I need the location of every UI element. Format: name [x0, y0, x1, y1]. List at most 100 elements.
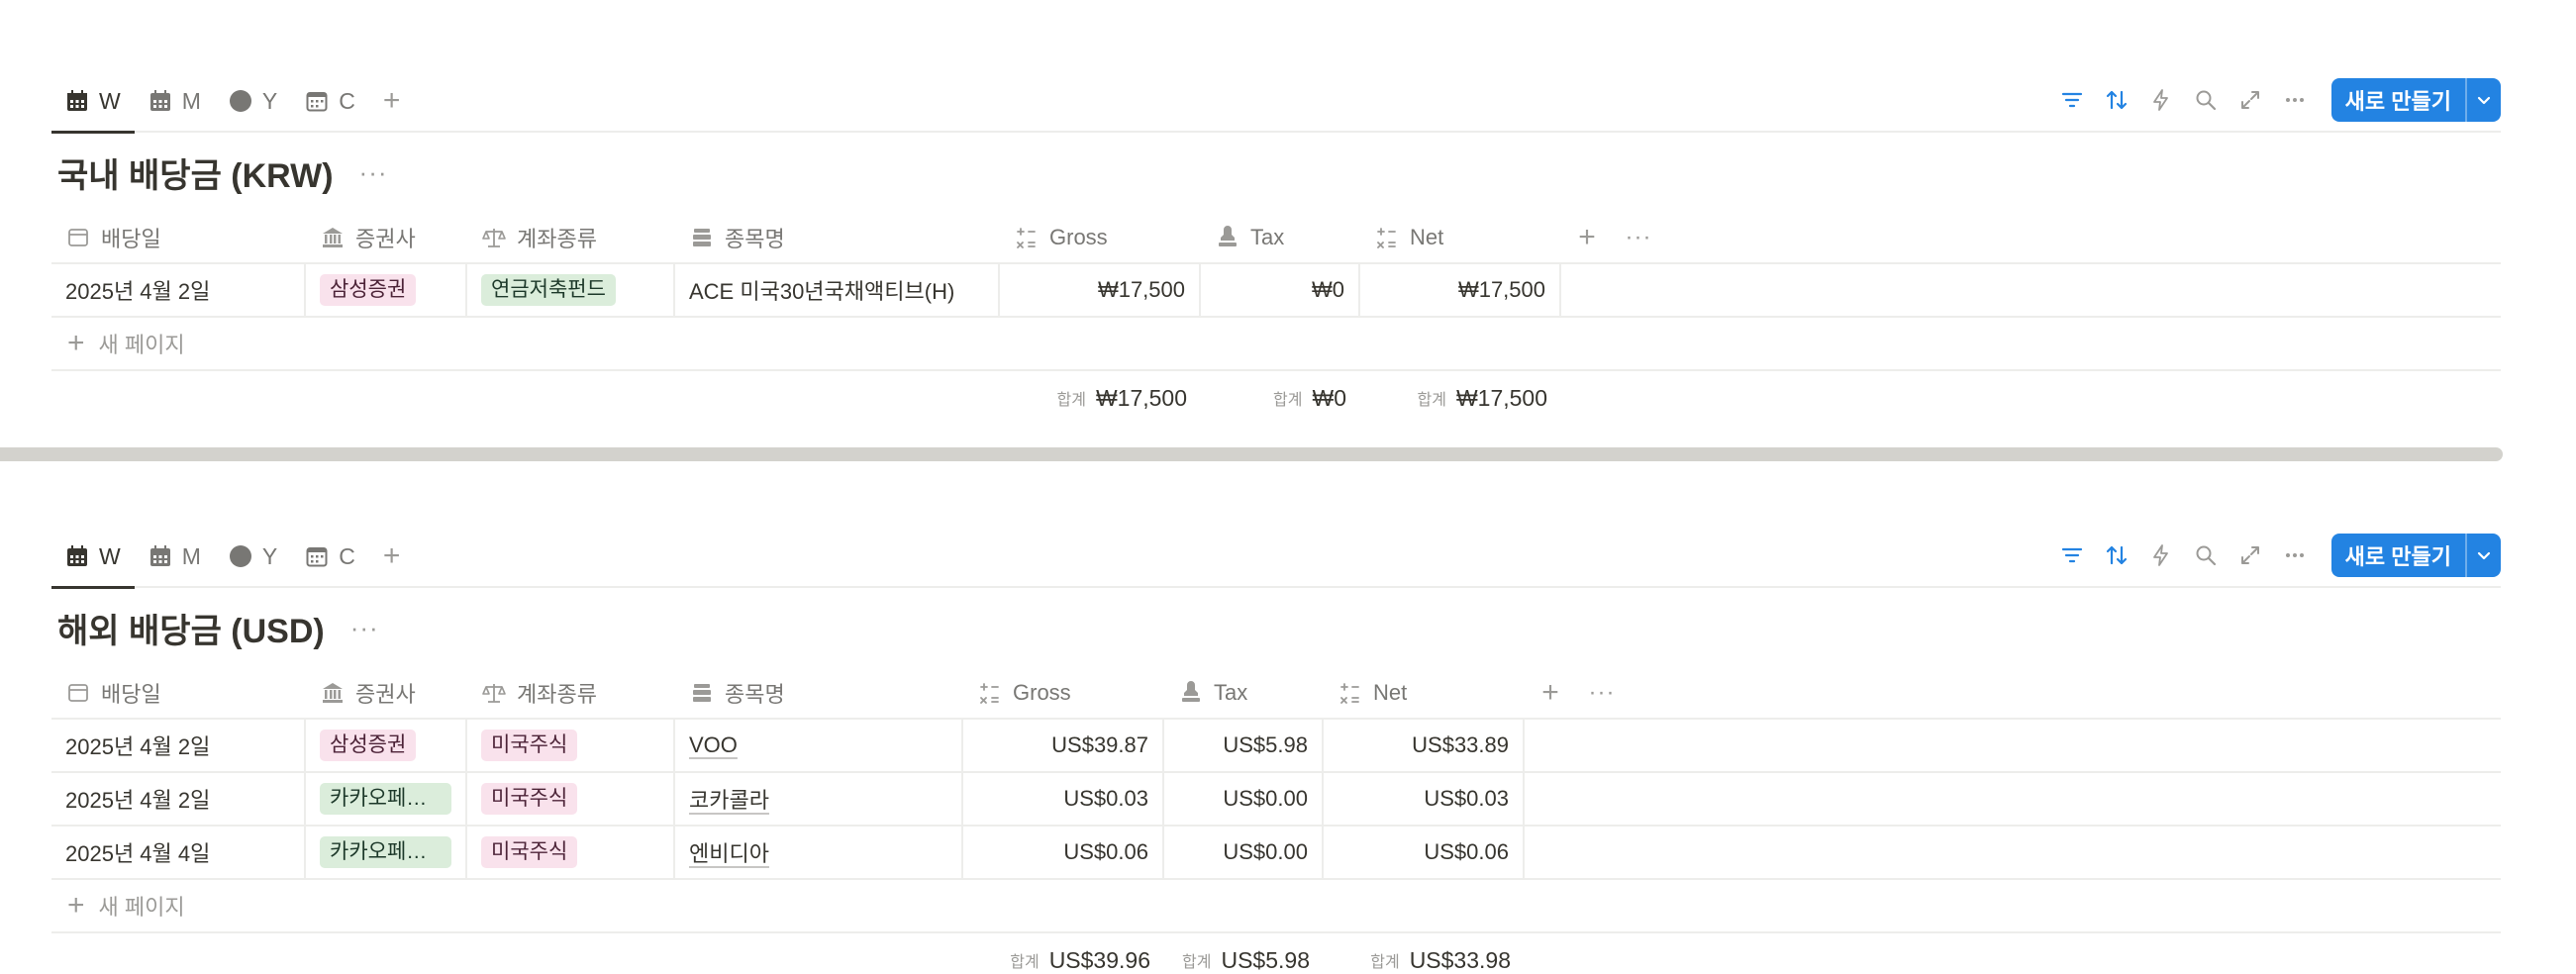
column-header-gross[interactable]: Gross: [963, 666, 1164, 719]
tab-view-m[interactable]: M: [135, 70, 215, 132]
cell-broker[interactable]: 카카오페이...: [306, 827, 467, 878]
cell-broker[interactable]: 삼성증권: [306, 720, 467, 771]
column-header-account[interactable]: 계좌종류: [467, 211, 675, 263]
tab-view-w[interactable]: W: [51, 526, 135, 589]
cell-name[interactable]: ACE 미국30년국채액티브(H): [675, 264, 1000, 316]
column-header-tax[interactable]: Tax: [1201, 211, 1360, 263]
table-row[interactable]: 2025년 4월 2일 삼성증권 연금저축펀드 ACE 미국30년국채액티브(H…: [51, 264, 2501, 318]
column-header-gross[interactable]: Gross: [1000, 211, 1201, 263]
title-more-icon[interactable]: ···: [350, 613, 379, 643]
tab-view-c[interactable]: C: [291, 526, 369, 587]
automation-bolt-icon[interactable]: [2139, 77, 2184, 123]
add-property-button[interactable]: +: [1561, 211, 1613, 263]
item-name-link[interactable]: ACE 미국30년국채액티브(H): [689, 274, 954, 306]
more-properties-icon[interactable]: ···: [1576, 666, 1628, 719]
sum-tax[interactable]: 합계 US$5.98: [1164, 933, 1324, 974]
search-icon[interactable]: [2184, 533, 2229, 578]
more-properties-icon[interactable]: ···: [1613, 211, 1664, 263]
column-header-account[interactable]: 계좌종류: [467, 666, 675, 719]
cell-net[interactable]: US$33.89: [1324, 720, 1525, 771]
column-header-broker[interactable]: 증권사: [306, 666, 467, 719]
broker-tag: 삼성증권: [320, 274, 417, 306]
cell-gross[interactable]: ₩17,500: [1000, 264, 1201, 316]
cell-account[interactable]: 미국주식: [467, 827, 675, 878]
cell-date[interactable]: 2025년 4월 4일: [51, 827, 306, 878]
cell-date[interactable]: 2025년 4월 2일: [51, 720, 306, 771]
sum-tax[interactable]: 합계 ₩0: [1201, 371, 1360, 425]
cell-tax[interactable]: US$0.00: [1164, 773, 1324, 825]
more-options-icon[interactable]: [2273, 533, 2318, 578]
column-header-date[interactable]: 배당일: [51, 666, 306, 719]
tab-view-y[interactable]: Y: [215, 70, 291, 132]
filter-icon[interactable]: [2050, 77, 2095, 123]
item-name-link[interactable]: 엔비디아: [689, 836, 769, 868]
column-header-date[interactable]: 배당일: [51, 211, 306, 263]
sort-icon[interactable]: [2095, 77, 2139, 123]
tab-view-y[interactable]: Y: [215, 526, 291, 587]
tab-view-c[interactable]: C: [291, 70, 369, 132]
column-header-name[interactable]: 종목명: [675, 666, 963, 719]
new-item-button[interactable]: 새로 만들기: [2330, 78, 2501, 122]
add-view-button[interactable]: +: [369, 70, 415, 132]
cell-tax[interactable]: ₩0: [1201, 264, 1360, 316]
new-item-button[interactable]: 새로 만들기: [2330, 534, 2501, 577]
column-header-tax[interactable]: Tax: [1164, 666, 1324, 719]
sum-gross[interactable]: 합계 US$39.96: [963, 933, 1164, 974]
new-button-label[interactable]: 새로 만들기: [2331, 78, 2465, 122]
cell-date[interactable]: 2025년 4월 2일: [51, 773, 306, 825]
cell-broker[interactable]: 삼성증권: [306, 264, 467, 316]
item-name-link[interactable]: 코카콜라: [689, 783, 769, 815]
cell-name[interactable]: 코카콜라: [675, 773, 963, 825]
cell-account[interactable]: 연금저축펀드: [467, 264, 675, 316]
table-row[interactable]: 2025년 4월 2일 카카오페이... 미국주식 코카콜라 US$0.03 U…: [51, 773, 2501, 827]
cell-gross[interactable]: US$39.87: [963, 720, 1164, 771]
add-view-button[interactable]: +: [369, 526, 415, 587]
automation-bolt-icon[interactable]: [2139, 533, 2184, 578]
cell-gross[interactable]: US$0.06: [963, 827, 1164, 878]
filter-icon[interactable]: [2050, 533, 2095, 578]
tab-view-w[interactable]: W: [51, 70, 135, 134]
title-more-icon[interactable]: ···: [359, 157, 388, 188]
item-name-link[interactable]: VOO: [689, 732, 738, 758]
column-header-net[interactable]: Net: [1360, 211, 1561, 263]
tab-label: C: [339, 542, 355, 569]
cell-account[interactable]: 미국주식: [467, 720, 675, 771]
cell-name[interactable]: VOO: [675, 720, 963, 771]
column-header-name[interactable]: 종목명: [675, 211, 1000, 263]
search-icon[interactable]: [2184, 77, 2229, 123]
sum-gross[interactable]: 합계 ₩17,500: [1000, 371, 1201, 425]
new-button-label[interactable]: 새로 만들기: [2331, 534, 2465, 577]
tab-view-m[interactable]: M: [135, 526, 215, 587]
add-property-button[interactable]: +: [1525, 666, 1576, 719]
database-title[interactable]: 해외 배당금 (USD): [57, 604, 325, 652]
cell-account[interactable]: 미국주식: [467, 773, 675, 825]
table-row[interactable]: 2025년 4월 2일 삼성증권 미국주식 VOO US$39.87 US$5.…: [51, 720, 2501, 773]
cell-tax[interactable]: US$0.00: [1164, 827, 1324, 878]
cell-net[interactable]: ₩17,500: [1360, 264, 1561, 316]
sum-net[interactable]: 합계 US$33.98: [1324, 933, 1525, 974]
sort-icon[interactable]: [2095, 533, 2139, 578]
tab-label: C: [339, 87, 355, 114]
chevron-down-icon[interactable]: [2465, 534, 2501, 577]
cell-broker[interactable]: 카카오페이...: [306, 773, 467, 825]
table-row[interactable]: 2025년 4월 4일 카카오페이... 미국주식 엔비디아 US$0.06 U…: [51, 827, 2501, 880]
column-header-broker[interactable]: 증권사: [306, 211, 467, 263]
new-page-button[interactable]: + 새 페이지: [51, 880, 2501, 933]
cell-gross[interactable]: US$0.03: [963, 773, 1164, 825]
cell-tax[interactable]: US$5.98: [1164, 720, 1324, 771]
expand-icon[interactable]: [2229, 533, 2273, 578]
cell-net[interactable]: US$0.03: [1324, 773, 1525, 825]
cell-date[interactable]: 2025년 4월 2일: [51, 264, 306, 316]
stack-icon: [689, 225, 715, 250]
expand-icon[interactable]: [2229, 77, 2273, 123]
column-header-net[interactable]: Net: [1324, 666, 1525, 719]
database-title[interactable]: 국내 배당금 (KRW): [57, 148, 334, 197]
chevron-down-icon[interactable]: [2465, 78, 2501, 122]
new-page-button[interactable]: + 새 페이지: [51, 318, 2501, 371]
cell-net[interactable]: US$0.06: [1324, 827, 1525, 878]
cell-name[interactable]: 엔비디아: [675, 827, 963, 878]
sum-net[interactable]: 합계 ₩17,500: [1360, 371, 1561, 425]
view-tabs: W M Y C +: [51, 70, 415, 134]
more-options-icon[interactable]: [2273, 77, 2318, 123]
account-tag: 연금저축펀드: [481, 274, 616, 306]
